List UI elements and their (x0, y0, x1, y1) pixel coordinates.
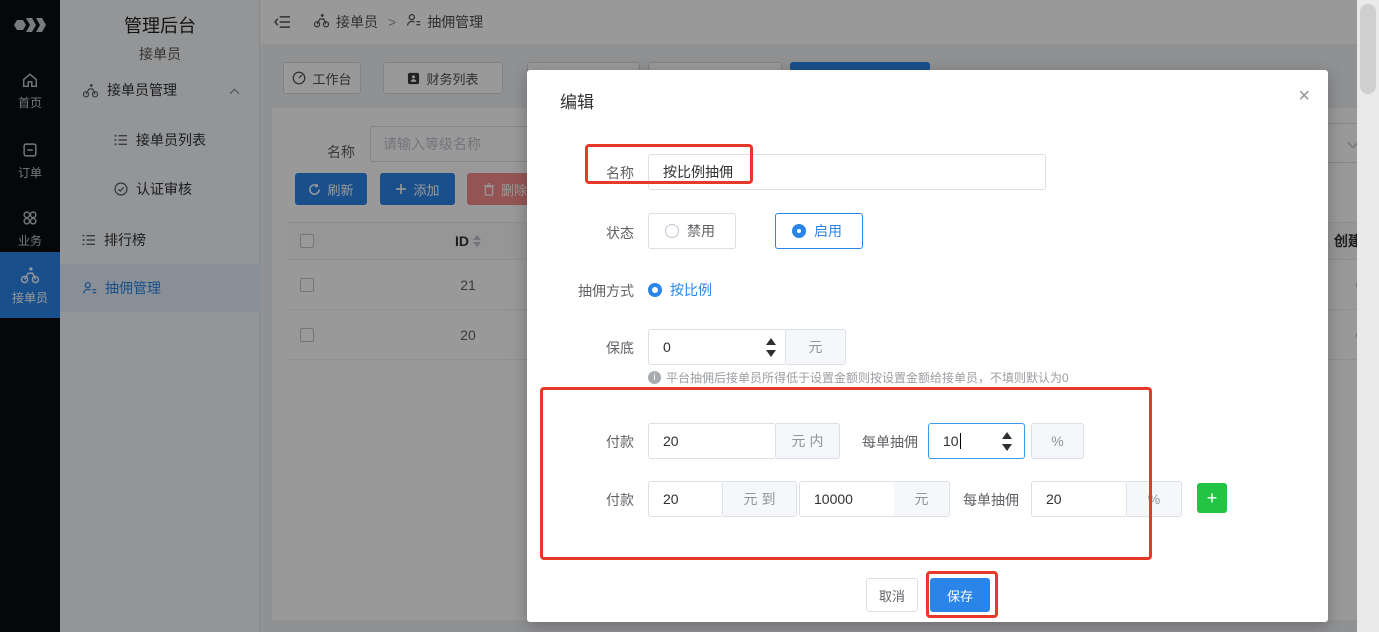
admin-app: 首页 订单 业务 接单员 管理后台 接单员 (0, 0, 1379, 632)
save-button[interactable]: 保存 (930, 578, 990, 612)
method-ratio-radio[interactable]: 按比例 (648, 280, 712, 300)
name-label: 名称 (527, 163, 634, 183)
tier2-rate-input[interactable] (1031, 481, 1127, 517)
status-disabled-label: 禁用 (687, 221, 715, 241)
cancel-button[interactable]: 取消 (866, 578, 918, 612)
tier2-from-input[interactable] (648, 481, 723, 517)
radio-checked-icon (792, 224, 806, 238)
close-icon[interactable]: × (1298, 86, 1310, 106)
tier1-rate-label: 每单抽佣 (811, 432, 918, 452)
number-spinner[interactable] (759, 330, 783, 364)
status-label: 状态 (527, 223, 634, 243)
spinner-down-icon[interactable] (766, 350, 776, 357)
status-enabled-label: 启用 (814, 221, 842, 241)
dialog-title: 编辑 (560, 88, 594, 113)
info-icon: i (648, 371, 661, 384)
tier2-from-unit-addon: 元到 (723, 481, 797, 517)
status-enabled-radio[interactable]: 启用 (775, 213, 863, 249)
edit-dialog: 编辑 × 名称 状态 禁用 启用 抽佣方式 按比例 保底 元 i 平台抽佣后接单… (527, 70, 1328, 622)
scrollbar-thumb[interactable] (1360, 4, 1376, 94)
status-disabled-radio[interactable]: 禁用 (648, 213, 736, 249)
text-cursor (960, 433, 961, 449)
cancel-label: 取消 (879, 586, 905, 605)
tier1-pay-label: 付款 (527, 432, 634, 452)
tier1-rate-unit-addon: % (1031, 423, 1084, 459)
spinner-up-icon[interactable] (766, 338, 776, 345)
save-label: 保存 (947, 586, 973, 605)
spinner-down-icon[interactable] (1002, 444, 1012, 451)
tier1-pay-input[interactable] (648, 423, 776, 459)
name-input[interactable] (648, 154, 1046, 190)
tier2-pay-label: 付款 (527, 490, 634, 510)
tier1-rate-value: 10 (943, 433, 959, 449)
floor-hint: i 平台抽佣后接单员所得低于设置金额则按设置金额给接单员，不填则默认为0 (648, 369, 1069, 386)
tier2-rate-unit-addon: % (1127, 481, 1182, 517)
floor-unit-addon: 元 (786, 329, 846, 365)
page-scrollbar[interactable] (1357, 0, 1379, 632)
radio-checked-icon (648, 283, 662, 297)
tier2-to-input[interactable] (799, 481, 895, 517)
add-tier-button[interactable]: + (1197, 483, 1227, 513)
spinner-up-icon[interactable] (1002, 432, 1012, 439)
plus-icon: + (1207, 488, 1218, 508)
method-ratio-label: 按比例 (670, 280, 712, 300)
method-label: 抽佣方式 (527, 281, 634, 301)
number-spinner[interactable] (995, 424, 1019, 458)
floor-hint-text: 平台抽佣后接单员所得低于设置金额则按设置金额给接单员，不填则默认为0 (666, 369, 1069, 386)
radio-icon (665, 224, 679, 238)
tier2-rate-label: 每单抽佣 (912, 490, 1019, 510)
floor-label: 保底 (527, 338, 634, 358)
